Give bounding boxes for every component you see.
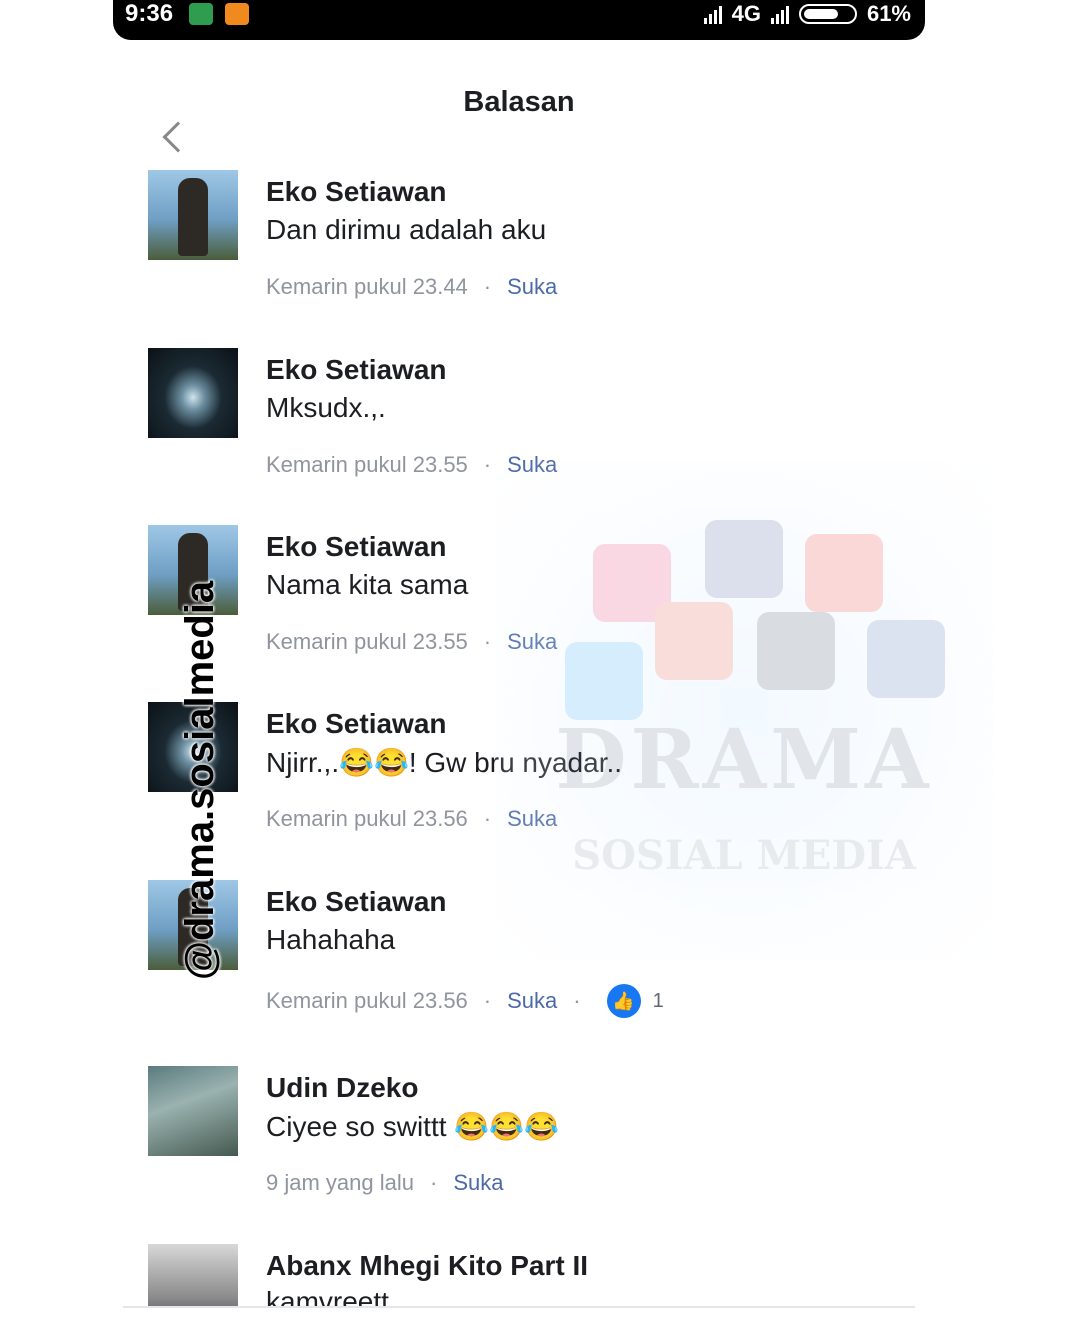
phone-screen: 9:36 4G 61% Balasan Eko Setiawan Dan dir…	[113, 0, 925, 1312]
page-title: Balasan	[463, 86, 575, 118]
like-link[interactable]: Suka	[507, 452, 557, 478]
avatar[interactable]	[148, 1244, 238, 1308]
reaction-count: 1	[652, 989, 664, 1012]
comment-time: Kemarin pukul 23.44	[266, 274, 468, 299]
comment-text: Dan dirimu adalah aku	[266, 214, 547, 245]
page-header: Balasan	[113, 40, 925, 153]
divider	[123, 1306, 915, 1308]
commenter-name[interactable]: Abanx Mhegi Kito Part II	[266, 1250, 588, 1282]
app-notification-icon	[225, 3, 249, 25]
comment-item: Eko Setiawan Mksudx.,. Kemarin pukul 23.…	[148, 348, 908, 488]
commenter-name[interactable]: Udin Dzeko	[266, 1072, 418, 1104]
avatar[interactable]	[148, 170, 238, 260]
comment-text: Nama kita sama	[266, 569, 469, 600]
signal-icon	[703, 4, 722, 24]
reaction-summary[interactable]: 👍 1	[606, 984, 664, 1018]
separator-dot: ·	[573, 988, 581, 1013]
separator-dot: ·	[483, 806, 492, 831]
comment-time: Kemarin pukul 23.55	[266, 629, 468, 654]
comment-item: Abanx Mhegi Kito Part II kamvreett	[148, 1244, 908, 1308]
battery-icon	[798, 4, 857, 24]
status-bar: 9:36 4G 61%	[113, 0, 925, 40]
comment-time: Kemarin pukul 23.55	[266, 452, 468, 477]
network-type: 4G	[731, 1, 761, 26]
like-link[interactable]: Suka	[507, 274, 557, 300]
like-link[interactable]: Suka	[453, 1170, 503, 1196]
commenter-name[interactable]: Eko Setiawan	[266, 176, 447, 208]
app-notification-icon	[189, 3, 213, 25]
commenter-name[interactable]: Eko Setiawan	[266, 531, 447, 563]
signal-icon	[770, 4, 789, 24]
avatar[interactable]	[148, 1066, 238, 1156]
like-link[interactable]: Suka	[507, 806, 557, 832]
comment-item: Eko Setiawan Nama kita sama Kemarin puku…	[148, 525, 908, 665]
status-time: 9:36	[125, 0, 174, 27]
chevron-left-icon	[162, 121, 194, 153]
comment-item: Eko Setiawan Njirr.,.😂😂! Gw bru nyadar..…	[148, 702, 908, 842]
comment-text: kamvreett	[266, 1286, 389, 1308]
like-link[interactable]: Suka	[507, 988, 557, 1014]
commenter-name[interactable]: Eko Setiawan	[266, 354, 447, 386]
comment-time: 9 jam yang lalu	[266, 1170, 414, 1195]
commenter-name[interactable]: Eko Setiawan	[266, 708, 447, 740]
comment-time: Kemarin pukul 23.56	[266, 806, 468, 831]
separator-dot: ·	[429, 1170, 438, 1195]
comment-text: Njirr.,.😂😂! Gw bru nyadar..	[266, 747, 623, 778]
comment-item: Eko Setiawan Hahahaha Kemarin pukul 23.5…	[148, 880, 908, 1030]
thumbs-up-icon: 👍	[606, 984, 641, 1018]
battery-percent: 61%	[866, 1, 911, 26]
separator-dot: ·	[483, 274, 492, 299]
separator-dot: ·	[483, 629, 492, 654]
avatar[interactable]	[148, 348, 238, 438]
comment-text: Ciyee so swittt 😂😂😂	[266, 1111, 559, 1142]
separator-dot: ·	[483, 988, 492, 1013]
comment-item: Udin Dzeko Ciyee so swittt 😂😂😂 9 jam yan…	[148, 1066, 908, 1206]
comment-item: Eko Setiawan Dan dirimu adalah aku Kemar…	[148, 170, 908, 310]
comment-text: Hahahaha	[266, 924, 396, 955]
comment-text: Mksudx.,.	[266, 392, 386, 423]
commenter-name[interactable]: Eko Setiawan	[266, 886, 447, 918]
comment-time: Kemarin pukul 23.56	[266, 988, 468, 1013]
separator-dot: ·	[483, 452, 492, 477]
watermark-handle: @drama.sosialmedia	[178, 580, 222, 980]
like-link[interactable]: Suka	[507, 629, 557, 655]
